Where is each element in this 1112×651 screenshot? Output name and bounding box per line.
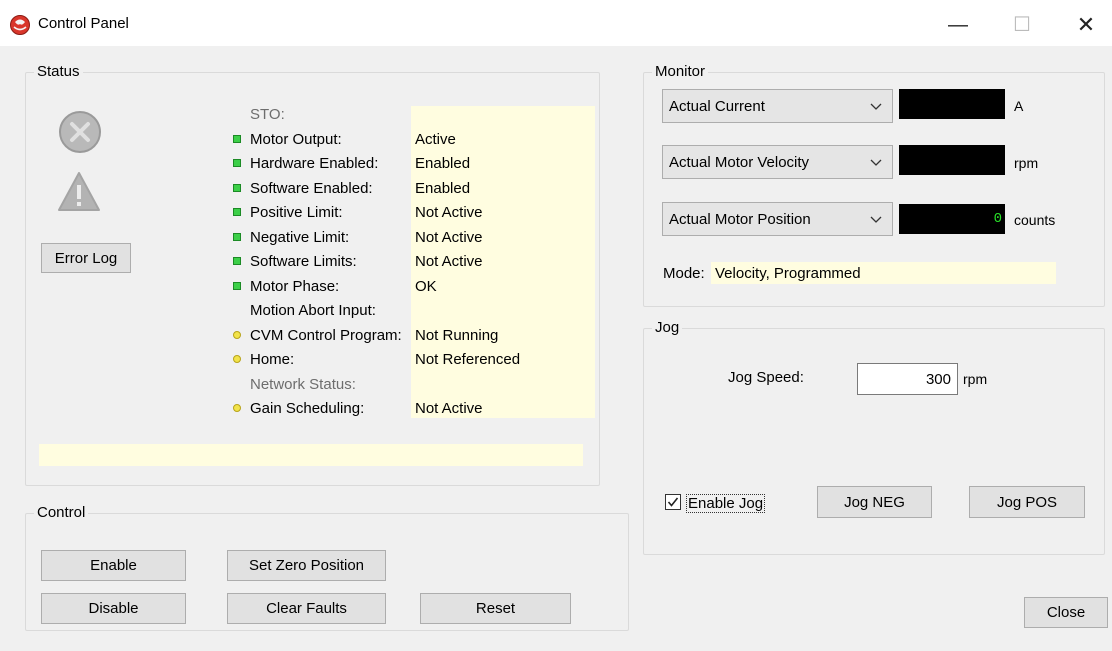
status-label: Home: — [250, 351, 295, 368]
status-value: Not Active — [415, 253, 483, 270]
enable-button[interactable]: Enable — [41, 550, 186, 581]
status-row: Software Limits: Not Active — [230, 250, 600, 272]
status-row: Motor Phase: OK — [230, 275, 600, 297]
mode-label: Mode: — [663, 265, 705, 282]
monitor-channel-2-readout — [899, 145, 1005, 175]
jog-neg-button[interactable]: Jog NEG — [817, 486, 932, 518]
status-value: Enabled — [415, 155, 471, 172]
status-row: Positive Limit: Not Active — [230, 201, 600, 223]
error-log-button[interactable]: Error Log — [41, 243, 131, 273]
status-value: OK — [415, 277, 437, 295]
minimize-button[interactable]: — — [935, 8, 981, 42]
status-row: Negative Limit: Not Active — [230, 226, 600, 248]
set-zero-position-button[interactable]: Set Zero Position — [227, 550, 386, 581]
mode-value: Velocity, Programmed — [715, 265, 861, 282]
status-value: Not Active — [415, 228, 483, 246]
status-group-label: Status — [34, 63, 83, 80]
status-message-bar — [39, 444, 583, 466]
status-label: Positive Limit: — [250, 204, 343, 221]
status-label: Motor Phase: — [250, 277, 340, 295]
status-row: Network Status: — [230, 373, 600, 395]
enable-jog-checkbox[interactable] — [665, 494, 681, 510]
status-value: Not Referenced — [415, 351, 521, 368]
monitor-channel-3-readout: 0 — [899, 204, 1005, 234]
status-warning-led-icon — [233, 330, 241, 339]
status-row: Motor Output: Active — [230, 128, 600, 150]
jog-pos-button[interactable]: Jog POS — [969, 486, 1085, 518]
monitor-channel-2-value: Actual Motor Velocity — [669, 154, 810, 171]
fault-x-icon — [59, 111, 101, 153]
monitor-channel-1-value: Actual Current — [669, 98, 765, 115]
reset-button[interactable]: Reset — [420, 593, 571, 624]
status-value: Enabled — [415, 179, 471, 197]
status-value: Not Running — [415, 326, 499, 344]
status-ok-led-icon — [233, 208, 241, 216]
status-row: Software Enabled: Enabled — [230, 177, 600, 199]
clear-faults-button[interactable]: Clear Faults — [227, 593, 386, 624]
status-row: Motion Abort Input: — [230, 299, 600, 321]
close-button[interactable]: Close — [1024, 597, 1108, 628]
status-label: Software Enabled: — [250, 179, 373, 197]
chevron-down-icon — [870, 103, 882, 110]
status-label: Network Status: — [250, 375, 356, 393]
status-warning-led-icon — [233, 355, 241, 363]
status-label: Software Limits: — [250, 253, 357, 270]
maximize-button[interactable]: ☐ — [999, 8, 1045, 42]
status-value: Active — [415, 130, 456, 148]
control-group-label: Control — [34, 504, 89, 521]
app-icon — [10, 15, 30, 35]
status-label: Negative Limit: — [250, 228, 350, 246]
status-ok-led-icon — [233, 134, 241, 143]
window-title: Control Panel — [38, 15, 129, 32]
status-warning-led-icon — [233, 404, 241, 412]
status-label: Hardware Enabled: — [250, 155, 379, 172]
monitor-group-label: Monitor — [652, 63, 709, 80]
title-bar: Control Panel — ☐ ✕ — [0, 0, 1112, 46]
status-label: Gain Scheduling: — [250, 400, 365, 417]
status-value: Not Active — [415, 204, 483, 221]
status-ok-led-icon — [233, 232, 241, 241]
status-value: Not Active — [415, 400, 483, 417]
monitor-channel-3-value: Actual Motor Position — [669, 211, 811, 228]
monitor-channel-1-readout — [899, 89, 1005, 119]
jog-group-label: Jog — [652, 319, 683, 336]
status-ok-led-icon — [233, 183, 241, 192]
jog-speed-label: Jog Speed: — [728, 369, 804, 386]
status-row: CVM Control Program: Not Running — [230, 324, 600, 346]
chevron-down-icon — [870, 216, 882, 223]
status-row: Home: Not Referenced — [230, 348, 600, 370]
status-row: Hardware Enabled: Enabled — [230, 152, 600, 174]
disable-button[interactable]: Disable — [41, 593, 186, 624]
status-ok-led-icon — [233, 257, 241, 265]
status-ok-led-icon — [233, 281, 241, 290]
status-row: STO: — [230, 103, 600, 125]
monitor-channel-2-unit: rpm — [1014, 155, 1039, 171]
monitor-channel-3-select[interactable]: Actual Motor Position — [662, 202, 893, 236]
status-ok-led-icon — [233, 159, 241, 167]
status-label: Motor Output: — [250, 130, 342, 148]
status-label: Motion Abort Input: — [250, 302, 376, 319]
monitor-channel-1-unit: A — [1014, 98, 1024, 114]
jog-speed-unit: rpm — [963, 371, 988, 387]
checkmark-icon — [667, 497, 679, 507]
jog-speed-input[interactable]: 300 — [857, 363, 958, 395]
enable-jog-label[interactable]: Enable Jog — [686, 494, 766, 513]
monitor-channel-1-select[interactable]: Actual Current — [662, 89, 893, 123]
status-label: STO: — [250, 106, 285, 123]
mode-value-box: Velocity, Programmed — [711, 262, 1056, 284]
warning-icon — [58, 172, 100, 211]
monitor-channel-3-unit: counts — [1014, 212, 1056, 228]
monitor-channel-2-select[interactable]: Actual Motor Velocity — [662, 145, 893, 179]
status-row: Gain Scheduling: Not Active — [230, 397, 600, 419]
chevron-down-icon — [870, 159, 882, 166]
close-window-button[interactable]: ✕ — [1063, 8, 1109, 42]
status-label: CVM Control Program: — [250, 326, 402, 344]
